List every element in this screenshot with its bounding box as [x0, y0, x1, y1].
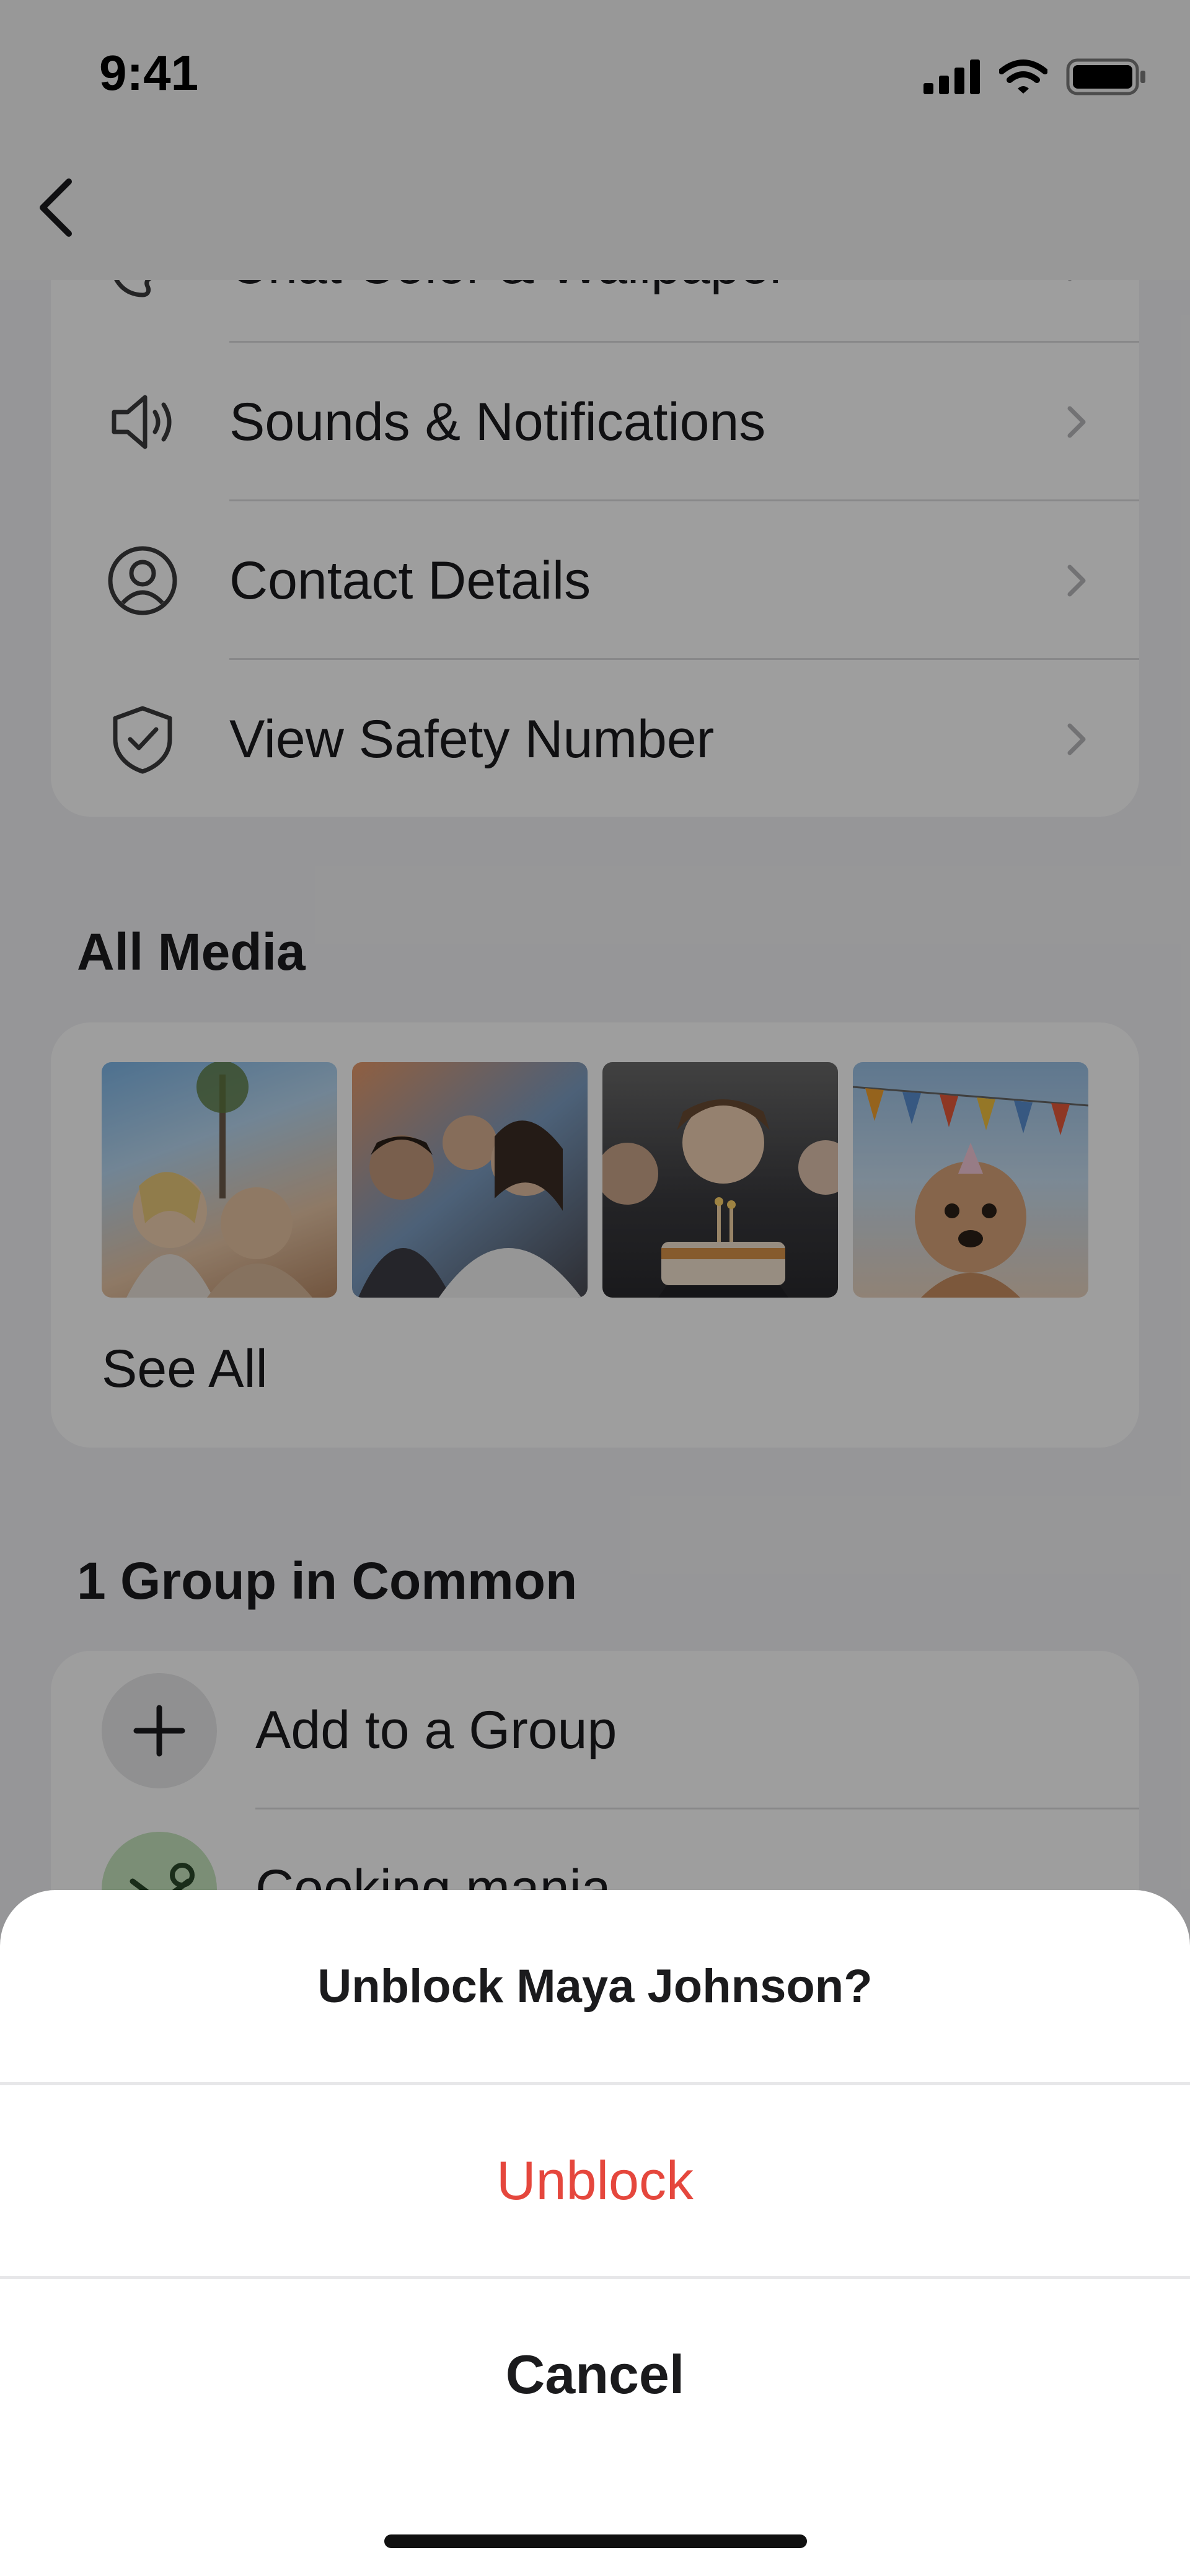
- unblock-action-sheet: Unblock Maya Johnson? Unblock Cancel: [0, 1890, 1190, 2576]
- home-indicator[interactable]: [384, 2534, 807, 2548]
- action-sheet-title: Unblock Maya Johnson?: [317, 1959, 873, 2013]
- cancel-button[interactable]: Cancel: [0, 2279, 1190, 2470]
- unblock-button[interactable]: Unblock: [0, 2085, 1190, 2276]
